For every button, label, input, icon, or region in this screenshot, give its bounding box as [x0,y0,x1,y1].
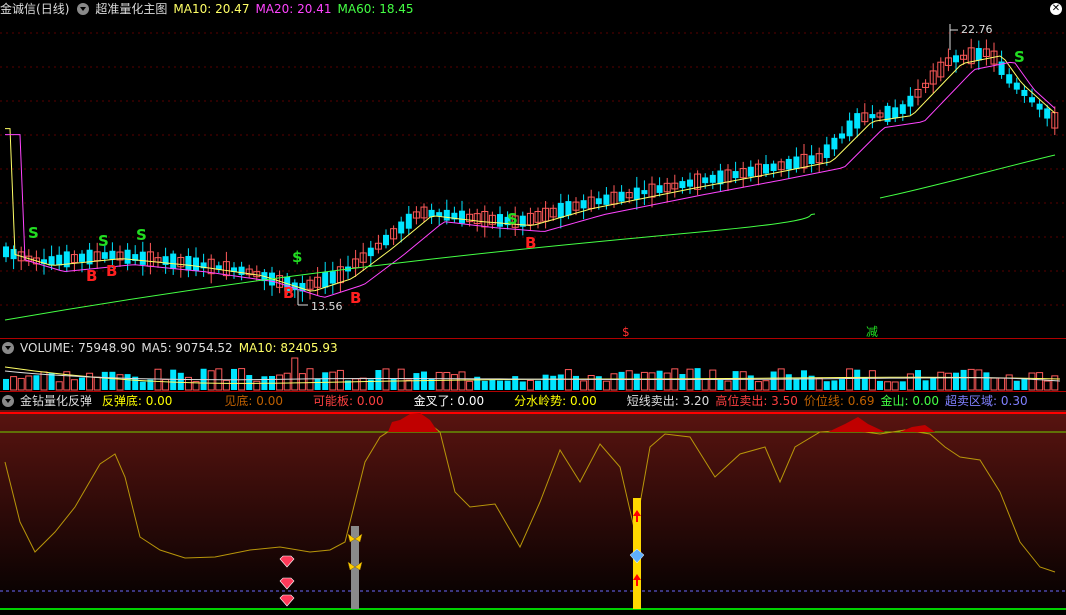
trade-signal-marker: S [136,226,147,244]
stock-name: 金诚信 [0,2,37,16]
ma20-label: MA20: 20.41 [255,2,332,16]
indicator-item: 超卖区域: 0.30 [945,394,1028,408]
trade-signal-marker: $ [292,248,302,266]
trade-signal-marker: S [507,210,518,228]
volume-pane[interactable]: VOLUME: 75948.90 MA5: 90754.52 MA10: 82405… [0,339,1066,391]
trade-signal-marker: B [86,267,97,285]
trade-signal-marker: B [350,289,361,307]
indicator-header: 金钻量化反弹 反弹底: 0.00 见底: 0.00 可能板: 0.00 金叉了: 0.… [0,392,1034,410]
indicator-item: 金山: 0.00 [880,394,940,408]
indicator-chart[interactable] [0,392,1066,615]
volume-header: VOLUME: 75948.90 MA5: 90754.52 MA10: 82405… [0,339,344,357]
indicator-item: 分水岭势: 0.00 [514,394,597,408]
trade-signal-marker: S [1014,48,1025,66]
indicator-item: 价位线: 0.69 [803,394,875,408]
trade-signal-marker: S [28,224,39,242]
ma60-label: MA60: 18.45 [337,2,414,16]
trade-signal-marker: B [106,262,117,280]
high-price-label: 22.76 [961,23,993,36]
period-label: (日线) [36,2,70,16]
chevron-down-icon[interactable] [77,3,90,15]
low-price-label: 13.56 [311,300,343,313]
main-header: 金诚信(日线) 超准量化主图 MA10: 20.47 MA20: 20.41 MA60:… [0,0,420,18]
ma10-label: MA10: 20.47 [173,2,250,16]
indicator-name[interactable]: 超准量化主图 [95,2,167,16]
signal-reduce: 减 [866,325,878,337]
indicator-item: 反弹底: 0.00 [101,394,173,408]
indicator-item: 可能板: 0.00 [313,394,384,408]
chevron-down-icon[interactable] [2,395,14,407]
indicator-name[interactable]: 金钻量化反弹 [20,394,92,408]
close-icon[interactable]: ✕ [1050,3,1062,15]
volume-ma5: MA5: 90754.52 [141,341,233,355]
volume-ma10: MA10: 82405.93 [238,341,338,355]
indicator-item: 金叉了: 0.00 [413,394,485,408]
indicator-pane[interactable]: 金钻量化反弹 反弹底: 0.00 见底: 0.00 可能板: 0.00 金叉了: 0.… [0,392,1066,615]
trade-signal-marker: B [525,234,536,252]
indicator-item: 短线卖出: 3.20 [626,394,710,408]
price-chart[interactable]: S S S$SSB BB BB 22.76 13.56 $ 减 [0,0,1066,337]
volume-title: VOLUME: 75948.90 [20,341,136,355]
trade-signal-marker: B [283,284,294,302]
main-chart-pane[interactable]: 金诚信(日线) 超准量化主图 MA10: 20.47 MA20: 20.41 MA60:… [0,0,1066,337]
indicator-item: 见底: 0.00 [224,394,283,408]
trade-signal-marker: S [98,232,109,250]
indicator-item: 高位卖出: 3.50 [715,394,798,408]
chevron-down-icon[interactable] [2,342,14,354]
signal-dollar: $ [622,325,630,337]
